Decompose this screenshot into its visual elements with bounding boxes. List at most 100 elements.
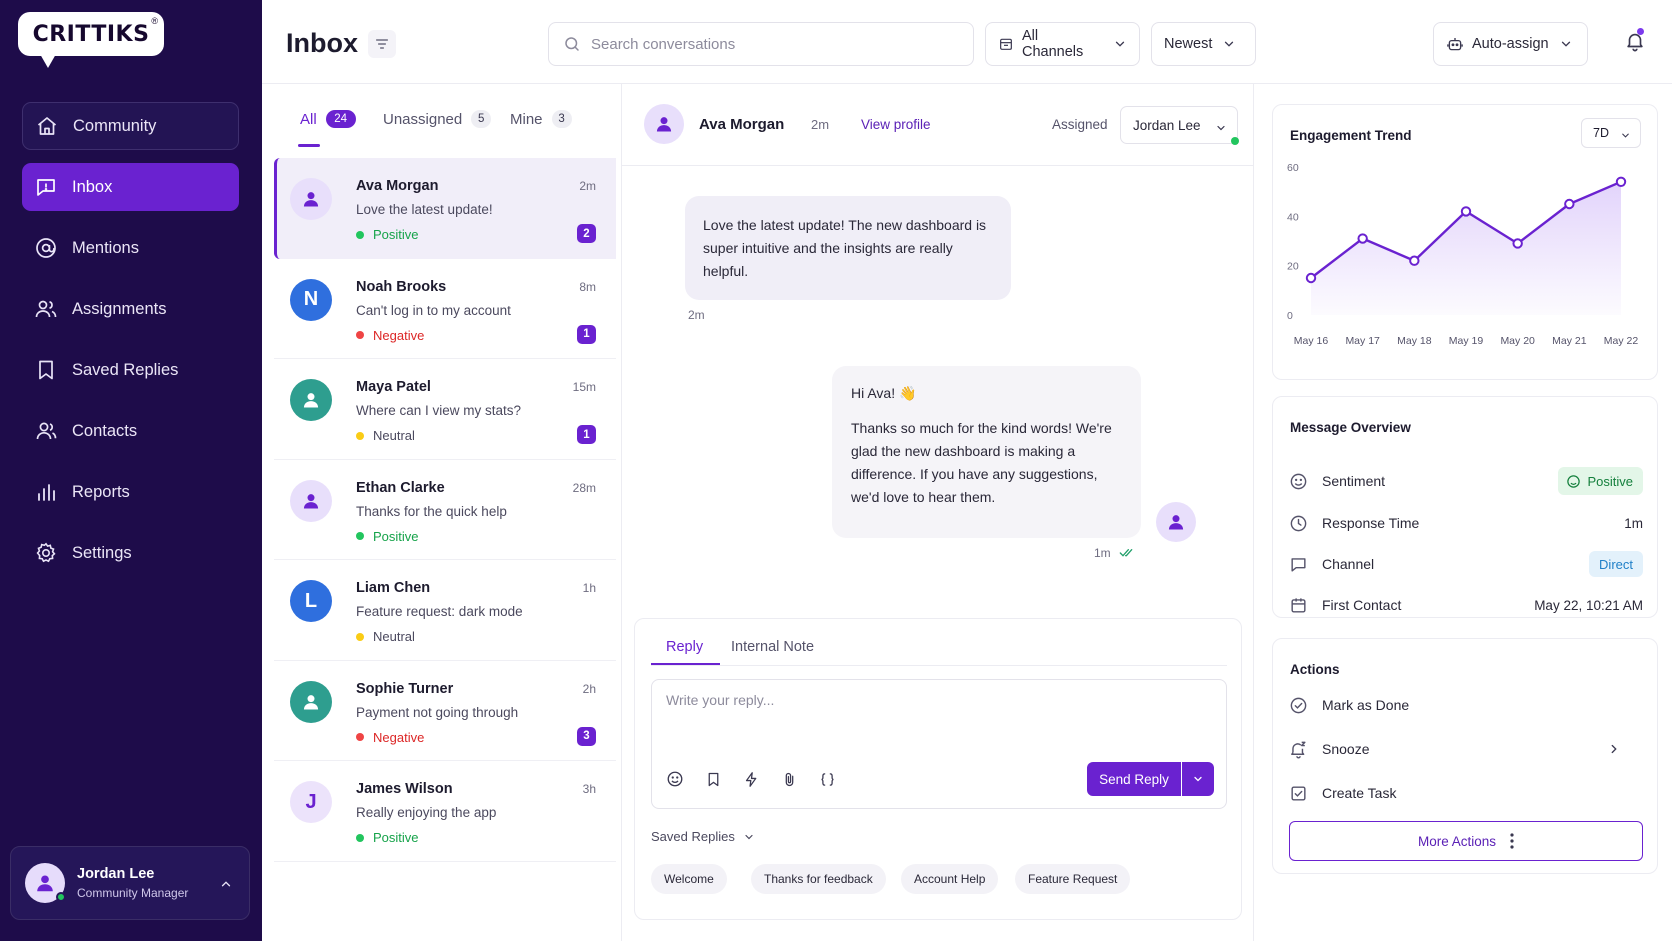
quick-action-button[interactable] xyxy=(740,768,762,790)
sentiment-label: Neutral xyxy=(373,629,415,644)
emoji-button[interactable] xyxy=(664,768,686,790)
chevron-down-icon xyxy=(1622,133,1629,138)
avatar xyxy=(290,479,332,522)
composer-tab-divider xyxy=(651,665,1227,666)
tab-reply[interactable]: Reply xyxy=(666,639,703,655)
saved-reply-chip-welcome[interactable]: Welcome xyxy=(651,864,727,894)
sentiment-dot xyxy=(356,532,364,540)
chevron-down-icon xyxy=(745,834,753,839)
conversation-preview: Can't log in to my account xyxy=(356,302,511,318)
saved-reply-button[interactable] xyxy=(702,768,724,790)
first-contact-value: May 22, 10:21 AM xyxy=(1534,597,1643,613)
avatar: N xyxy=(290,278,332,321)
reply-box: Send Reply xyxy=(651,679,1227,809)
send-reply-button[interactable]: Send Reply xyxy=(1087,762,1181,796)
logo-registered-mark: ® xyxy=(151,16,158,26)
filter-icon xyxy=(376,39,388,49)
chevron-up-icon[interactable] xyxy=(219,877,233,891)
engagement-data-point xyxy=(1357,233,1368,244)
conversation-item[interactable]: N Noah Brooks 8m Can't log in to my account… xyxy=(274,259,616,359)
sidebar-item-saved-replies[interactable]: Saved Replies xyxy=(22,346,239,394)
saved-replies-label: Saved Replies xyxy=(651,829,735,844)
bookmark-icon xyxy=(708,772,718,786)
tab-count: 24 xyxy=(325,110,356,128)
x-tick-label: May 19 xyxy=(1449,335,1484,347)
sentiment-label: Positive xyxy=(373,830,419,845)
search-input[interactable] xyxy=(591,35,951,53)
mark-as-done-action[interactable]: Mark as Done xyxy=(1289,690,1643,720)
braces-icon xyxy=(820,772,834,786)
filter-button[interactable] xyxy=(368,30,396,58)
unread-count-badge: 2 xyxy=(577,224,596,243)
auto-assign-dropdown[interactable]: Auto-assign xyxy=(1433,22,1588,66)
conversation-list: Ava Morgan 2m Love the latest update! Posit… xyxy=(274,158,616,862)
clock-icon xyxy=(1290,515,1307,531)
chevron-right-icon xyxy=(1611,744,1617,754)
conversation-time: 8m xyxy=(579,279,596,294)
sidebar-item-settings[interactable]: Settings xyxy=(22,529,239,577)
sidebar-item-mentions[interactable]: Mentions xyxy=(22,224,239,272)
emoji-icon xyxy=(667,771,683,787)
conversation-preview: Feature request: dark mode xyxy=(356,604,523,619)
outgoing-message-meta: 1m xyxy=(1094,546,1135,560)
reply-input[interactable] xyxy=(666,692,1206,732)
saved-reply-chip-thanks[interactable]: Thanks for feedback xyxy=(751,864,886,894)
sentiment-badge: Positive xyxy=(1558,467,1643,495)
channels-dropdown-label: All Channels xyxy=(1022,28,1084,60)
tab-mine[interactable]: Mine 3 xyxy=(510,110,572,128)
saved-reply-chip-account-help[interactable]: Account Help xyxy=(901,864,999,894)
snooze-bell-icon xyxy=(1291,741,1306,758)
more-actions-button[interactable]: More Actions xyxy=(1289,821,1643,861)
conversation-item[interactable]: Maya Patel 15m Where can I view my stats? N… xyxy=(274,359,616,460)
user-name: Jordan Lee xyxy=(77,866,155,882)
reply-composer: Reply Internal Note Send Reply xyxy=(634,618,1242,920)
range-dropdown[interactable]: 7D xyxy=(1581,118,1641,148)
sidebar-item-label: Assignments xyxy=(72,299,167,318)
conversation-item[interactable]: Sophie Turner 2h Payment not going through… xyxy=(274,661,616,761)
avatar xyxy=(644,104,684,144)
conversation-time: 3h xyxy=(582,782,596,796)
variables-button[interactable] xyxy=(816,768,838,790)
create-task-action[interactable]: Create Task xyxy=(1289,778,1643,808)
sentiment-label: Sentiment xyxy=(1322,473,1386,489)
sidebar-item-contacts[interactable]: Contacts xyxy=(22,407,239,455)
assignee-dropdown[interactable]: Jordan Lee xyxy=(1120,106,1238,144)
send-options-button[interactable] xyxy=(1182,762,1214,796)
sidebar-item-inbox[interactable]: Inbox xyxy=(22,163,239,211)
sort-dropdown[interactable]: Newest xyxy=(1151,22,1256,66)
attachment-button[interactable] xyxy=(778,768,800,790)
crittiks-logo[interactable]: CRITTIKS ® xyxy=(18,12,164,68)
avatar-initial: L xyxy=(304,589,318,612)
saved-replies-toggle[interactable]: Saved Replies xyxy=(651,829,755,844)
snooze-label: Snooze xyxy=(1322,741,1370,757)
tab-internal-note[interactable]: Internal Note xyxy=(731,639,814,655)
chat-panel: Ava Morgan 2m View profile Assigned Jord… xyxy=(622,84,1254,941)
conversation-tabs: All 24 Unassigned 5 Mine 3 xyxy=(262,84,622,154)
x-tick-label: May 22 xyxy=(1604,335,1639,347)
conversation-name: Sophie Turner xyxy=(356,680,454,697)
channels-dropdown[interactable]: All Channels xyxy=(985,22,1140,66)
conversation-time: 2h xyxy=(582,681,596,696)
chat-bubble-icon xyxy=(1291,557,1306,572)
x-tick-label: May 20 xyxy=(1500,335,1535,347)
tab-unassigned[interactable]: Unassigned 5 xyxy=(383,110,492,128)
current-user-card[interactable]: Jordan Lee Community Manager xyxy=(10,846,250,920)
saved-reply-chip-feature-request[interactable]: Feature Request xyxy=(1015,864,1131,894)
sidebar-item-assignments[interactable]: Assignments xyxy=(22,285,239,333)
engagement-data-point xyxy=(1564,198,1575,210)
sentiment-label: Negative xyxy=(373,729,425,745)
conversation-item[interactable]: J James Wilson 3h Really enjoying the app Po… xyxy=(274,761,616,862)
snooze-action[interactable]: Snooze xyxy=(1289,734,1643,764)
conversation-item[interactable]: Ethan Clarke 28m Thanks for the quick help… xyxy=(274,460,616,560)
tab-all[interactable]: All 24 xyxy=(300,110,356,128)
sidebar-item-reports[interactable]: Reports xyxy=(22,468,239,516)
sentiment-label: Neutral xyxy=(373,428,415,443)
search-bar[interactable] xyxy=(548,22,974,66)
conversation-item[interactable]: L Liam Chen 1h Feature request: dark mode Ne… xyxy=(274,560,616,661)
sidebar-item-community[interactable]: Community xyxy=(22,102,239,150)
conversation-item[interactable]: Ava Morgan 2m Love the latest update! Posit… xyxy=(274,158,616,259)
view-profile-link[interactable]: View profile xyxy=(861,117,931,132)
sentiment-indicator: Negative xyxy=(356,328,424,343)
sentiment-indicator: Neutral xyxy=(356,428,415,443)
response-time-value: 1m xyxy=(1624,515,1643,531)
